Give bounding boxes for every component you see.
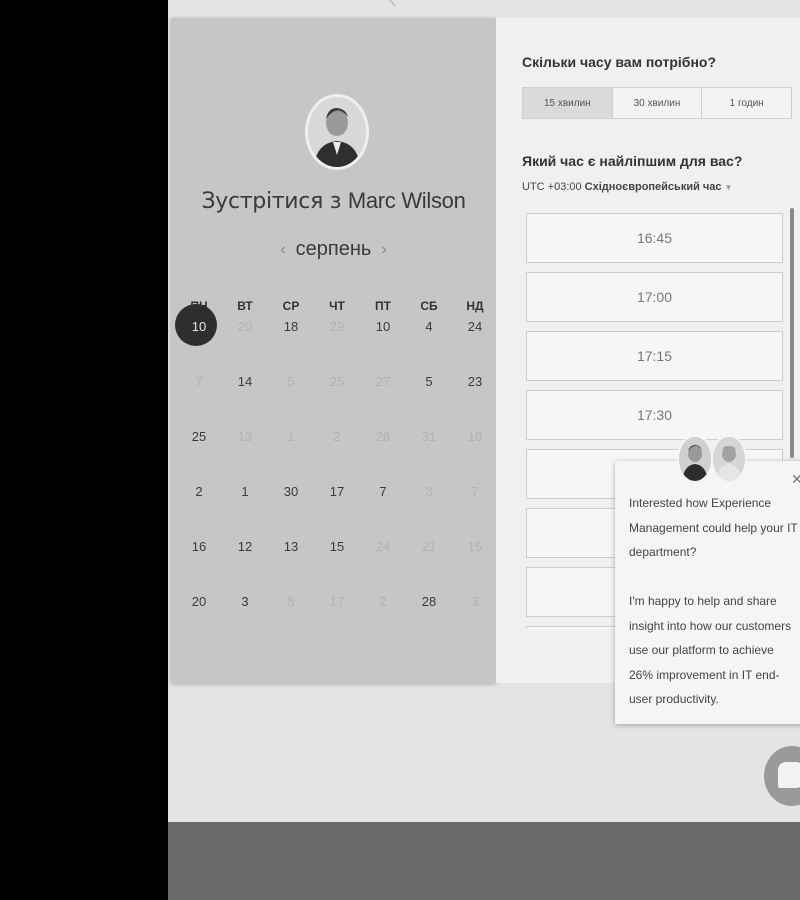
- calendar-day[interactable]: 5: [409, 374, 449, 389]
- weekday-label: НД: [466, 299, 484, 313]
- calendar-day: 7: [195, 374, 203, 389]
- calendar-day[interactable]: 30: [271, 484, 311, 499]
- calendar-day: 2: [333, 429, 341, 444]
- calendar-day: 3: [425, 484, 433, 499]
- calendar-day: 25: [329, 374, 345, 389]
- calendar-day: 28: [375, 429, 391, 444]
- weekday-label: ПТ: [375, 299, 391, 313]
- calendar-day[interactable]: 7: [363, 484, 403, 499]
- calendar-day: 24: [375, 539, 391, 554]
- agent-avatar: [711, 435, 747, 483]
- timezone-selector[interactable]: UTC +03:00 Східноєвропейський час ▼: [522, 181, 732, 193]
- close-icon[interactable]: ✕: [791, 471, 800, 488]
- calendar-day[interactable]: 25: [179, 429, 219, 444]
- calendar-day: 5: [287, 374, 295, 389]
- calendar-day: 1: [287, 429, 295, 444]
- calendar-day[interactable]: 15: [317, 539, 357, 554]
- chat-bubble-icon: [778, 762, 800, 788]
- duration-selector: 15 хвилин 30 хвилин 1 годин: [522, 87, 792, 119]
- calendar-day: 8: [287, 594, 295, 609]
- calendar-day[interactable]: 10: [363, 319, 403, 334]
- time-slot-scrollbar[interactable]: [790, 208, 794, 458]
- calendar-day: 31: [421, 429, 437, 444]
- meeting-title: Зустрітися з Marc Wilson: [171, 188, 496, 214]
- chat-launcher-button[interactable]: [764, 746, 800, 806]
- duration-option[interactable]: 1 годин: [702, 88, 791, 118]
- timezone-offset: UTC +03:00: [522, 181, 585, 193]
- calendar-day: 7: [471, 484, 479, 499]
- timezone-name: Східноєвропейський час: [584, 181, 722, 193]
- calendar-day[interactable]: 17: [317, 484, 357, 499]
- calendar-day: 20: [237, 319, 253, 334]
- month-label: серпень: [295, 238, 372, 260]
- calendar-day-selected[interactable]: 10: [179, 319, 219, 334]
- calendar-day[interactable]: 3: [225, 594, 265, 609]
- duration-question: Скільки часу вам потрібно?: [522, 54, 717, 70]
- calendar-day[interactable]: 20: [179, 594, 219, 609]
- calendar-day[interactable]: 24: [455, 319, 495, 334]
- chat-invite-popup: ✕ Interested how Experience Management c…: [615, 435, 800, 724]
- calendar-day: 10: [467, 429, 483, 444]
- meeting-title-prefix: Зустрітися з: [201, 189, 348, 214]
- weekday-label: СБ: [420, 299, 438, 313]
- weekday-label: ВТ: [237, 299, 253, 313]
- calendar-day: 13: [237, 429, 253, 444]
- weekday-label: СР: [282, 299, 300, 313]
- caret-down-icon: ▼: [724, 183, 733, 192]
- chevron-right-icon[interactable]: ›: [381, 241, 386, 259]
- calendar-day[interactable]: 28: [409, 594, 449, 609]
- footer-bar: [168, 822, 800, 900]
- host-name: Marc Wilson: [347, 188, 466, 213]
- calendar-day: 2: [379, 594, 387, 609]
- chevron-down-icon: [387, 0, 403, 7]
- calendar-day: 15: [467, 539, 483, 554]
- popup-message: Interested how Experience Management cou…: [629, 496, 798, 706]
- time-slot[interactable]: 16:45: [526, 213, 783, 263]
- calendar-day[interactable]: 14: [225, 374, 265, 389]
- duration-option[interactable]: 30 хвилин: [613, 88, 703, 118]
- agent-avatars: [677, 435, 751, 485]
- calendar-day[interactable]: 23: [455, 374, 495, 389]
- calendar-day[interactable]: 12: [225, 539, 265, 554]
- booking-page: Зустрітися з Marc Wilson ‹серпень› ПНВТС…: [168, 0, 800, 822]
- calendar-day[interactable]: 13: [271, 539, 311, 554]
- calendar-day: 27: [375, 374, 391, 389]
- calendar-day: 21: [421, 539, 437, 554]
- duration-option[interactable]: 15 хвилин: [523, 88, 613, 118]
- time-slot[interactable]: 17:00: [526, 272, 783, 322]
- time-slot[interactable]: 17:30: [526, 390, 783, 440]
- time-slot[interactable]: 17:15: [526, 331, 783, 381]
- person-photo-icon: [308, 97, 366, 167]
- calendar-day[interactable]: 4: [409, 319, 449, 334]
- month-navigator: ‹ серпень ›: [171, 238, 496, 261]
- calendar-day: 29: [329, 319, 345, 334]
- host-avatar: [305, 94, 369, 170]
- calendar-day[interactable]: 16: [179, 539, 219, 554]
- chevron-left-icon[interactable]: ‹: [280, 241, 285, 259]
- time-question: Який час є найліпшим для вас?: [522, 153, 743, 169]
- calendar-day: 17: [329, 594, 345, 609]
- weekday-label: ЧТ: [329, 299, 345, 313]
- calendar-day[interactable]: 1: [225, 484, 265, 499]
- host-calendar-panel: Зустрітися з Marc Wilson ‹серпень› ПНВТС…: [171, 18, 496, 683]
- calendar-day[interactable]: 2: [179, 484, 219, 499]
- agent-avatar: [677, 435, 713, 483]
- calendar-day[interactable]: 18: [271, 319, 311, 334]
- calendar-day: 3: [471, 594, 479, 609]
